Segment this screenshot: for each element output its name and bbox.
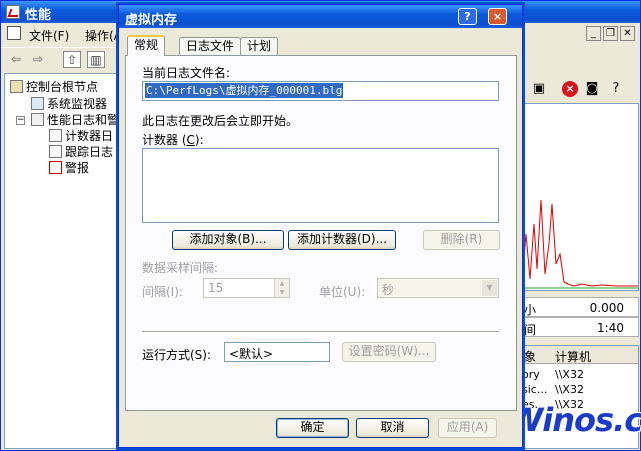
tree-item-console-root[interactable]: 控制台根节点 — [10, 78, 98, 95]
properties-icon[interactable]: ▣ — [531, 81, 547, 97]
tab-general[interactable]: 常规 — [127, 35, 166, 56]
dialog-title: 虚拟内存 — [125, 13, 178, 28]
chevron-down-icon[interactable]: ▼ — [482, 280, 497, 296]
set-password-button[interactable]: 设置密码(W)... — [342, 342, 436, 362]
stat-label: 小 — [524, 303, 537, 317]
current-log-filename-field[interactable]: C:\PerfLogs\虚拟内存_000001.blg — [142, 81, 499, 101]
tree-label: 性能日志和警 — [47, 113, 120, 127]
restore-icon[interactable]: ❐ — [603, 26, 618, 41]
virtual-memory-properties-dialog: 虚拟内存 ? × 常规 日志文件 计划 当前日志文件名: C:\PerfLogs… — [118, 4, 523, 448]
cell-object: ory — [522, 368, 540, 381]
column-header-computer[interactable]: 计算机 — [555, 348, 591, 365]
child-window-controls: _ ❐ ✕ — [586, 26, 636, 42]
help-button[interactable]: ? — [458, 8, 477, 25]
close-icon[interactable]: ✕ — [620, 26, 635, 41]
counters-list[interactable] — [142, 148, 499, 223]
stat-label: 间 — [524, 323, 537, 337]
chart-series-line — [521, 199, 638, 287]
info-text: 此日志在更改后会立即开始。 — [142, 114, 299, 128]
cell-computer: \\X32 — [555, 383, 584, 396]
ok-button[interactable]: 确定 — [276, 418, 349, 438]
spin-arrows-icon[interactable]: ▲ ▼ — [274, 279, 289, 297]
stat-row-duration: 间 1:40 — [521, 317, 639, 337]
list-header: 象 计算机 — [522, 346, 638, 364]
up-folder-icon[interactable]: ⇧ — [63, 51, 81, 68]
add-counter-button[interactable]: 添加计数器(D)... — [288, 230, 396, 250]
menu-file[interactable]: 文件(F) — [29, 27, 69, 44]
column-header-object[interactable]: 象 — [524, 348, 536, 365]
current-log-filename: C:\PerfLogs\虚拟内存_000001.blg — [145, 83, 344, 98]
performance-app-icon — [6, 5, 20, 19]
alert-icon — [49, 161, 62, 174]
main-window-title: 性能 — [25, 8, 52, 23]
console-tree: 控制台根节点 系统监视器 − 性能日志和警 计数器日 跟踪日志 警报 — [4, 73, 122, 449]
counters-label-pre: 计数器 ( — [142, 133, 187, 147]
performance-chart — [521, 103, 639, 291]
run-as-input[interactable]: <默认> — [224, 342, 330, 362]
tree-label: 计数器日 — [65, 129, 114, 143]
tree-label: 系统监视器 — [47, 97, 108, 111]
units-select[interactable]: 秒 ▼ — [377, 278, 499, 298]
close-button[interactable]: × — [488, 8, 507, 25]
list-item[interactable]: ory \\X32 — [522, 367, 638, 382]
interval-label: 间隔(I): — [142, 285, 183, 299]
counters-label: 计数器 (C): — [142, 131, 204, 148]
perf-logs-icon — [31, 113, 44, 126]
counter-log-icon — [49, 129, 62, 142]
counters-label-post: ): — [194, 133, 204, 147]
current-log-label: 当前日志文件名: — [142, 66, 231, 80]
monitor-toolbar: ▣ × ◙ ? — [521, 79, 639, 101]
tree-item-perf-logs[interactable]: 性能日志和警 — [31, 111, 119, 128]
help-icon[interactable]: ? — [608, 81, 624, 97]
cell-computer: \\X32 — [555, 368, 584, 381]
interval-value: 15 — [208, 281, 224, 295]
counters-label-key: C — [186, 133, 195, 147]
separator — [142, 331, 499, 333]
menu-action[interactable]: 操作(A — [85, 27, 122, 44]
camera-icon[interactable]: ◙ — [584, 81, 600, 97]
main-toolbar: ⇦ ⇨ ⇧ ▥ — [1, 47, 121, 71]
tab-strip: 常规 日志文件 计划 — [125, 35, 515, 56]
apply-button[interactable]: 应用(A) — [438, 418, 497, 438]
tab-schedule[interactable]: 计划 — [240, 37, 279, 55]
monitor-icon — [31, 97, 44, 110]
tree-item-alerts[interactable]: 警报 — [49, 159, 89, 176]
forward-arrow-icon[interactable]: ⇨ — [29, 51, 47, 68]
tree-item-trace-logs[interactable]: 跟踪日志 — [49, 143, 113, 160]
winos-watermark: Winos.cn — [508, 401, 641, 439]
units-value: 秒 — [382, 283, 395, 297]
cancel-button[interactable]: 取消 — [356, 418, 429, 438]
tree-label: 跟踪日志 — [65, 145, 114, 159]
minimize-icon[interactable]: _ — [586, 26, 601, 41]
back-arrow-icon[interactable]: ⇦ — [7, 51, 25, 68]
cell-object: sic... — [522, 383, 548, 396]
show-hide-tree-icon[interactable]: ▥ — [87, 51, 105, 68]
add-object-button[interactable]: 添加对象(B)... — [172, 230, 284, 250]
folder-icon — [10, 80, 23, 93]
stat-value: 1:40 — [597, 321, 624, 335]
units-label: 单位(U): — [319, 285, 366, 299]
tree-label: 控制台根节点 — [26, 80, 99, 94]
interval-stepper[interactable]: 15 ▲ ▼ — [203, 278, 290, 298]
trace-log-icon — [49, 145, 62, 158]
run-as-label: 运行方式(S): — [142, 348, 212, 362]
tree-label: 警报 — [65, 161, 90, 175]
chart-graph — [521, 199, 638, 289]
tree-item-system-monitor[interactable]: 系统监视器 — [31, 95, 107, 112]
dialog-title-bar[interactable]: 虚拟内存 ? × — [119, 5, 522, 28]
stat-value: 0.000 — [589, 301, 624, 315]
general-tab-panel: 当前日志文件名: C:\PerfLogs\虚拟内存_000001.blg 此日志… — [125, 55, 517, 411]
sample-interval-label: 数据采样间隔: — [142, 261, 219, 275]
tab-log-files[interactable]: 日志文件 — [179, 37, 242, 55]
tree-item-counter-logs[interactable]: 计数器日 — [49, 127, 113, 144]
list-item[interactable]: sic... \\X32 — [522, 382, 638, 397]
remove-button[interactable]: 删除(R) — [423, 230, 500, 250]
collapse-icon[interactable]: − — [16, 116, 25, 125]
stat-row-minimum: 小 0.000 — [521, 297, 639, 317]
stop-icon[interactable]: × — [562, 81, 578, 97]
